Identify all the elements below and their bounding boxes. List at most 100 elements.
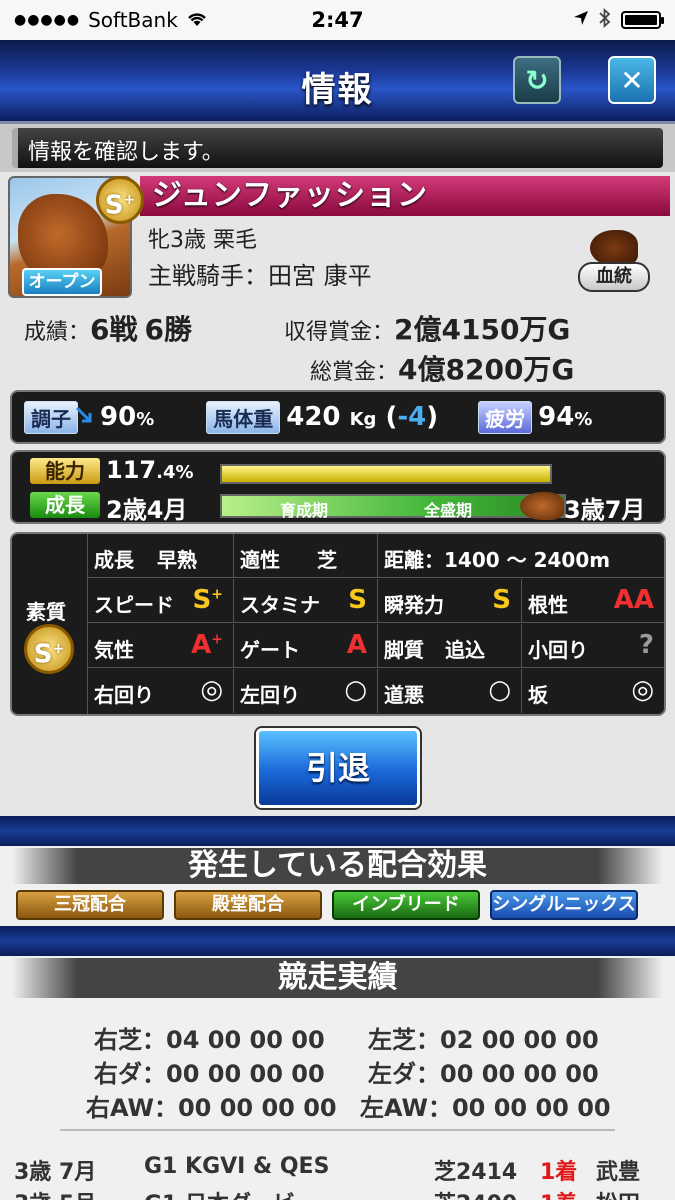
race-jockey: 松田 (596, 1186, 640, 1200)
class-badge: オープン (22, 268, 102, 296)
growth-type-value: 早熟 (156, 548, 197, 572)
section-divider (0, 816, 675, 846)
location-arrow-icon (573, 10, 589, 31)
total-prize: 総賞金：4億8200万G (310, 348, 574, 388)
weight-label: 馬体重 (206, 400, 281, 434)
tight-turn-label: 小回り (528, 638, 588, 662)
temper-grade: A+ (191, 630, 223, 660)
ability-box: 能力 117.4% 成長 2歳4月 育成期 全盛期 3歳7月 (10, 450, 666, 524)
surface-cell: 適性 芝 (234, 534, 378, 578)
effect-hall-of-fame[interactable]: 殿堂配合 (174, 890, 322, 920)
signal-strength-icon: ●●●●● (14, 12, 81, 28)
battery-icon (621, 11, 664, 29)
right-turn-grade: ◎ (200, 675, 223, 705)
record-right-dirt: 右ダ：00 00 00 00 (94, 1060, 325, 1088)
guts-grade: AA (613, 585, 654, 615)
right-turn-cell: 右回り ◎ (88, 669, 234, 713)
effect-inbreed[interactable]: インブリード (332, 890, 480, 920)
rank-badge: S+ (96, 176, 144, 224)
record-label: 成績： (24, 320, 91, 345)
race-record-section: 競走実績 右芝：04 00 00 00 左芝：02 00 00 00 右ダ：00… (0, 956, 675, 1200)
left-turn-grade: ○ (344, 675, 367, 705)
fatigue-value: 94% (538, 402, 593, 432)
left-turn-cell: 左回り ○ (234, 669, 378, 713)
retire-button[interactable]: 引退 (256, 728, 420, 808)
breeding-effects-title: 発生している配合効果 (12, 848, 663, 884)
fatigue-label: 疲労 (478, 400, 533, 434)
slope-cell: 坂 ◎ (522, 669, 664, 713)
race-record-title: 競走実績 (12, 958, 663, 998)
ability-value: 117.4% (106, 456, 194, 484)
clock: 2:47 (311, 8, 364, 32)
phase-peak-label: 全盛期 (424, 501, 473, 520)
section-divider-2 (0, 926, 675, 956)
burst-cell: 瞬発力 S (378, 579, 522, 623)
gate-grade: A (346, 630, 367, 660)
race-date: 3歳 7月 (14, 1160, 97, 1185)
refresh-button[interactable]: ↻ (513, 56, 561, 104)
growth-label: 成長 (30, 492, 100, 518)
effect-single-nicks[interactable]: シングルニックス (490, 890, 638, 920)
tight-turn-cell: 小回り ? (522, 624, 664, 668)
info-message: 情報を確認します。 (12, 128, 663, 168)
close-button[interactable]: ✕ (608, 56, 656, 104)
running-style-cell: 脚質 追込 (378, 624, 522, 668)
aptitude-label: 素質 (26, 600, 66, 624)
rank-letter: S (104, 190, 124, 221)
record-races: 6戦 (90, 313, 138, 346)
slope-grade: ◎ (631, 675, 654, 705)
race-course: 芝2414 (434, 1160, 518, 1185)
gate-label: ゲート (240, 638, 300, 662)
race-date: 3歳 5月 (14, 1186, 96, 1200)
surface-value: 芝 (316, 548, 337, 572)
record-left-aw: 左AW：00 00 00 00 (360, 1094, 611, 1122)
temper-label: 気性 (94, 638, 134, 662)
race-course: 芝2400 (434, 1186, 517, 1200)
status-bar: ●●●●● SoftBank 2:47 (0, 0, 675, 40)
earned-label: 収得賞金： (284, 320, 395, 345)
horse-info-panel: ジュンファッション オープン S+ 牝3歳 栗毛 主戦騎手：田宮 康平 血統 成… (0, 172, 675, 816)
bloodline-horse-icon (590, 230, 638, 266)
muddy-cell: 道悪 ○ (378, 669, 522, 713)
breeding-effects: 発生している配合効果 三冠配合 殿堂配合 インブリード シングルニックス (0, 846, 675, 926)
growth-type-label: 成長 (94, 548, 134, 572)
bluetooth-icon (599, 7, 611, 33)
aptitude-summary: 素質 S+ (12, 534, 88, 714)
race-record: 成績：6戦 6勝 (24, 308, 192, 348)
speed-cell: スピード S+ (88, 579, 234, 623)
running-style-value: 追込 (444, 638, 485, 662)
running-style-label: 脚質 (384, 638, 424, 662)
info-message-bar: 情報を確認します。 (0, 124, 675, 172)
app-header: 情報 ↻ ✕ (0, 40, 675, 124)
close-icon: ✕ (620, 63, 644, 97)
tight-turn-grade: ? (638, 630, 654, 660)
record-divider (60, 1129, 615, 1131)
stamina-label: スタミナ (240, 593, 320, 617)
guts-label: 根性 (528, 593, 568, 617)
total-label: 総賞金： (310, 360, 399, 385)
muddy-label: 道悪 (384, 683, 424, 707)
total-value: 4億8200万G (398, 353, 575, 386)
race-result: 1着 (540, 1160, 578, 1185)
gate-cell: ゲート A (234, 624, 378, 668)
wifi-icon (186, 8, 208, 32)
race-name: G1 日本ダービー (144, 1186, 317, 1200)
slope-label: 坂 (528, 683, 548, 707)
running-horse-icon (520, 492, 564, 520)
bloodline-label: 血統 (578, 262, 650, 292)
right-turn-label: 右回り (94, 683, 154, 707)
burst-grade: S (492, 585, 511, 615)
race-name: G1 KGVI & QES (144, 1154, 330, 1179)
refresh-icon: ↻ (525, 63, 549, 97)
guts-cell: 根性 AA (522, 579, 664, 623)
bloodline-button[interactable]: 血統 (576, 230, 652, 294)
sex-age-color: 牝3歳 栗毛 (148, 228, 257, 253)
race-result: 1着 (540, 1186, 577, 1200)
main-jockey: 主戦騎手：田宮 康平 (148, 262, 372, 290)
distance-cell: 距離：1400 〜 2400m (378, 534, 664, 578)
record-right-turf: 右芝：04 00 00 00 (94, 1026, 325, 1054)
left-turn-label: 左回り (240, 683, 300, 707)
ability-bar (220, 464, 552, 484)
record-left-turf: 左芝：02 00 00 00 (368, 1026, 599, 1054)
effect-triple-crown[interactable]: 三冠配合 (16, 890, 164, 920)
